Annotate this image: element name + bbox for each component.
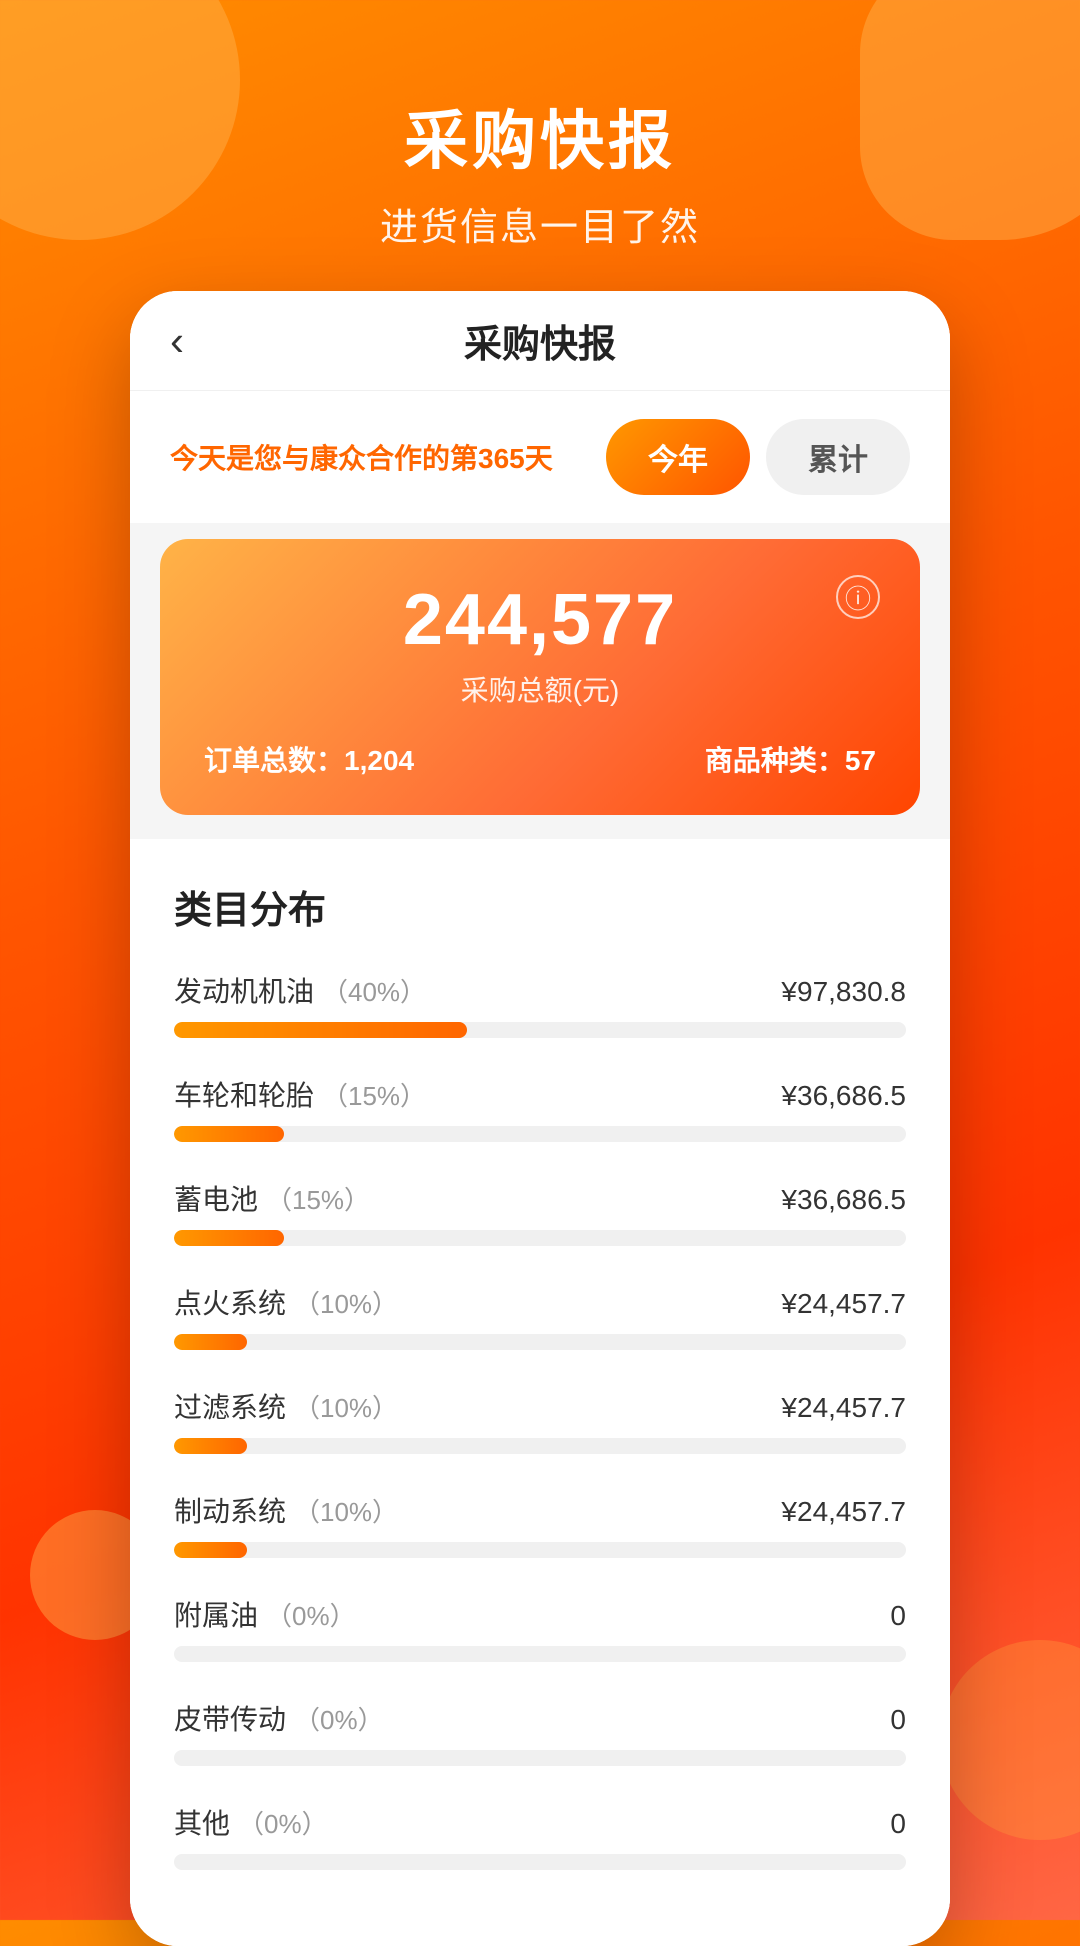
info-bar: 今天是您与康众合作的第365天 今年 累计 <box>130 391 950 523</box>
bar-track <box>174 1438 906 1454</box>
category-row-top: 其他（0%） 0 <box>174 1802 906 1842</box>
category-row-top: 车轮和轮胎（15%） ¥36,686.5 <box>174 1074 906 1114</box>
cooperation-info: 今天是您与康众合作的第365天 <box>170 437 553 477</box>
product-types-stat: 商品种类：57 <box>705 739 876 779</box>
tab-year-button[interactable]: 今年 <box>606 419 750 495</box>
category-name: 发动机机油（40%） <box>174 970 426 1010</box>
bar-fill <box>174 1126 284 1142</box>
category-row-top: 皮带传动（0%） 0 <box>174 1698 906 1738</box>
category-amount: 0 <box>890 1704 906 1736</box>
category-row: 其他（0%） 0 <box>174 1802 906 1870</box>
category-row-top: 制动系统（10%） ¥24,457.7 <box>174 1490 906 1530</box>
category-name: 制动系统（10%） <box>174 1490 398 1530</box>
section-title: 类目分布 <box>174 879 906 934</box>
bar-fill <box>174 1334 247 1350</box>
category-amount: 0 <box>890 1808 906 1840</box>
category-row: 制动系统（10%） ¥24,457.7 <box>174 1490 906 1558</box>
nav-title: 采购快报 <box>464 313 616 368</box>
nav-bar: ‹ 采购快报 <box>130 291 950 391</box>
summary-card: ⓘ 244,577 采购总额(元) 订单总数：1,204 商品种类：57 <box>160 539 920 815</box>
bar-track <box>174 1126 906 1142</box>
summary-stats: 订单总数：1,204 商品种类：57 <box>204 739 876 779</box>
app-inner: ‹ 采购快报 今天是您与康众合作的第365天 今年 累计 ⓘ 244,577 采… <box>130 291 950 1946</box>
summary-main: 244,577 采购总额(元) <box>204 579 876 709</box>
order-count-stat: 订单总数：1,204 <box>204 739 414 779</box>
category-row: 车轮和轮胎（15%） ¥36,686.5 <box>174 1074 906 1142</box>
category-row: 蓄电池（15%） ¥36,686.5 <box>174 1178 906 1246</box>
category-row: 皮带传动（0%） 0 <box>174 1698 906 1766</box>
category-row: 附属油（0%） 0 <box>174 1594 906 1662</box>
bar-track <box>174 1334 906 1350</box>
category-amount: ¥24,457.7 <box>781 1288 906 1320</box>
category-amount: ¥36,686.5 <box>781 1184 906 1216</box>
info-icon-button[interactable]: ⓘ <box>836 575 880 619</box>
category-name: 车轮和轮胎（15%） <box>174 1074 426 1114</box>
page-subtitle: 进货信息一目了然 <box>0 196 1080 251</box>
amount-label: 采购总额(元) <box>204 669 876 709</box>
category-row-top: 发动机机油（40%） ¥97,830.8 <box>174 970 906 1010</box>
category-row: 过滤系统（10%） ¥24,457.7 <box>174 1386 906 1454</box>
bar-fill <box>174 1230 284 1246</box>
bar-track <box>174 1646 906 1662</box>
page-header: 采购快报 进货信息一目了然 <box>0 0 1080 291</box>
tab-total-button[interactable]: 累计 <box>766 419 910 495</box>
bar-track <box>174 1542 906 1558</box>
category-amount: ¥24,457.7 <box>781 1392 906 1424</box>
category-section: 类目分布 发动机机油（40%） ¥97,830.8 车轮和轮胎（15%） ¥36,68… <box>130 839 950 1946</box>
category-row-top: 过滤系统（10%） ¥24,457.7 <box>174 1386 906 1426</box>
bar-fill <box>174 1542 247 1558</box>
category-name: 过滤系统（10%） <box>174 1386 398 1426</box>
tab-group: 今年 累计 <box>606 419 910 495</box>
category-amount: ¥36,686.5 <box>781 1080 906 1112</box>
category-name: 蓄电池（15%） <box>174 1178 370 1218</box>
bar-track <box>174 1750 906 1766</box>
category-row: 发动机机油（40%） ¥97,830.8 <box>174 970 906 1038</box>
category-name: 皮带传动（0%） <box>174 1698 384 1738</box>
total-amount: 244,577 <box>204 579 876 661</box>
category-name: 附属油（0%） <box>174 1594 356 1634</box>
bar-track <box>174 1854 906 1870</box>
category-row-top: 蓄电池（15%） ¥36,686.5 <box>174 1178 906 1218</box>
bar-fill <box>174 1022 467 1038</box>
bar-track <box>174 1022 906 1038</box>
bar-track <box>174 1230 906 1246</box>
category-row-top: 附属油（0%） 0 <box>174 1594 906 1634</box>
category-name: 点火系统（10%） <box>174 1282 398 1322</box>
category-name: 其他（0%） <box>174 1802 328 1842</box>
category-list: 发动机机油（40%）¥97,830.8车轮和轮胎（15%）¥36,686.5蓄电… <box>174 970 906 1870</box>
blob-bottom-right <box>940 1640 1080 1840</box>
category-amount: ¥97,830.8 <box>781 976 906 1008</box>
bar-fill <box>174 1438 247 1454</box>
category-amount: ¥24,457.7 <box>781 1496 906 1528</box>
category-row: 点火系统（10%） ¥24,457.7 <box>174 1282 906 1350</box>
back-button[interactable]: ‹ <box>170 317 184 365</box>
page-title: 采购快报 <box>0 90 1080 182</box>
phone-card: ‹ 采购快报 今天是您与康众合作的第365天 今年 累计 ⓘ 244,577 采… <box>130 291 950 1946</box>
category-amount: 0 <box>890 1600 906 1632</box>
category-row-top: 点火系统（10%） ¥24,457.7 <box>174 1282 906 1322</box>
